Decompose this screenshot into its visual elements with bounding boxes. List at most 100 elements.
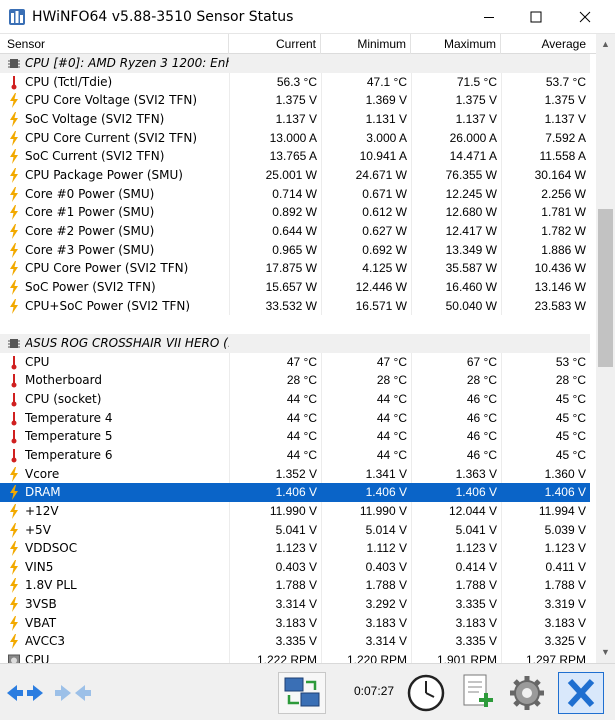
- current-value: 1.123 V: [275, 541, 317, 556]
- sensor-row[interactable]: AVCC3 3.335 V 3.314 V 3.335 V 3.325 V: [0, 632, 590, 651]
- minimum-value: 44 °C: [376, 410, 407, 425]
- lightning-icon: [10, 167, 18, 183]
- sensor-label: VBAT: [25, 615, 57, 630]
- maximum-value: 71.5 °C: [456, 74, 497, 89]
- average-value: 23.583 W: [534, 298, 586, 313]
- sensor-row[interactable]: Temperature 6 44 °C 44 °C 46 °C 45 °C: [0, 446, 590, 465]
- sensor-row[interactable]: VBAT 3.183 V 3.183 V 3.183 V 3.183 V: [0, 614, 590, 633]
- sensor-row[interactable]: 3VSB 3.314 V 3.292 V 3.335 V 3.319 V: [0, 595, 590, 614]
- current-value: 44 °C: [286, 391, 317, 406]
- scroll-down-button[interactable]: ▼: [596, 644, 615, 661]
- sensor-row[interactable]: CPU Package Power (SMU) 25.001 W 24.671 W 7…: [0, 166, 590, 185]
- thermometer-icon: [11, 430, 17, 444]
- sensor-group-row[interactable]: ASUS ROG CROSSHAIR VII HERO (...: [0, 333, 590, 353]
- add-report-button[interactable]: [455, 672, 497, 714]
- lightning-icon: [10, 559, 18, 575]
- maximum-value: 14.471 A: [449, 149, 497, 164]
- nav-arrows-disabled-button[interactable]: [52, 672, 94, 714]
- sensor-label: +12V: [25, 503, 59, 518]
- lightning-icon: [10, 298, 18, 314]
- sensor-row[interactable]: Temperature 4 44 °C 44 °C 46 °C 45 °C: [0, 409, 590, 428]
- average-value: 1.123 V: [544, 541, 586, 556]
- close-sensors-button[interactable]: [558, 672, 604, 714]
- sensor-row[interactable]: SoC Voltage (SVI2 TFN) 1.137 V 1.131 V 1.13…: [0, 110, 590, 129]
- average-value: 45 °C: [555, 410, 586, 425]
- current-value: 44 °C: [286, 429, 317, 444]
- scroll-up-button[interactable]: ▲: [596, 36, 615, 53]
- minimize-button[interactable]: [466, 0, 512, 34]
- average-value: 30.164 W: [534, 167, 586, 182]
- maximum-value: 1,901 RPM: [436, 653, 497, 663]
- column-header-minimum[interactable]: Minimum: [321, 34, 411, 54]
- minimum-value: 3.292 V: [365, 597, 407, 612]
- elapsed-timer: 0:07:27: [354, 684, 395, 698]
- current-value: 1.137 V: [275, 111, 317, 126]
- sensor-label: SoC Current (SVI2 TFN): [25, 149, 165, 164]
- average-value: 7.592 A: [545, 130, 586, 145]
- sensor-row[interactable]: CPU+SoC Power (SVI2 TFN) 33.532 W 16.571 W…: [0, 297, 590, 316]
- vertical-scrollbar[interactable]: ▲ ▼: [596, 34, 615, 663]
- column-header-current[interactable]: Current: [229, 34, 321, 54]
- average-value: 45 °C: [555, 447, 586, 462]
- sensor-label: AVCC3: [25, 634, 66, 649]
- sensor-row[interactable]: CPU (socket) 44 °C 44 °C 46 °C 45 °C: [0, 390, 590, 409]
- sensor-row[interactable]: CPU 47 °C 47 °C 67 °C 53 °C: [0, 353, 590, 372]
- sensor-row[interactable]: VIN5 0.403 V 0.403 V 0.414 V 0.411 V: [0, 558, 590, 577]
- average-value: 1.782 W: [541, 223, 586, 238]
- current-value: 44 °C: [286, 447, 317, 462]
- sensor-row[interactable]: Motherboard 28 °C 28 °C 28 °C 28 °C: [0, 371, 590, 390]
- sensor-row[interactable]: SoC Current (SVI2 TFN) 13.765 A 10.941 A 14…: [0, 147, 590, 166]
- minimum-value: 4.125 W: [362, 261, 407, 276]
- column-header: Sensor Current Minimum Maximum Average: [0, 34, 596, 54]
- sensor-row[interactable]: CPU (Tctl/Tdie) 56.3 °C 47.1 °C 71.5 °C 53.7…: [0, 73, 590, 92]
- sensor-row[interactable]: VDDSOC 1.123 V 1.112 V 1.123 V 1.123 V: [0, 539, 590, 558]
- current-value: 3.314 V: [275, 597, 317, 612]
- maximum-value: 13.349 W: [445, 242, 497, 257]
- sensor-row[interactable]: Core #1 Power (SMU) 0.892 W 0.612 W 12.680 …: [0, 203, 590, 222]
- minimum-value: 1,220 RPM: [346, 653, 407, 663]
- minimum-value: 1.112 V: [366, 541, 407, 556]
- nav-arrows-button[interactable]: [4, 672, 46, 714]
- close-window-button[interactable]: [562, 0, 608, 34]
- sensor-row[interactable]: CPU Core Voltage (SVI2 TFN) 1.375 V 1.369 …: [0, 91, 590, 110]
- sensor-group-row[interactable]: CPU [#0]: AMD Ryzen 3 1200: Enh...: [0, 54, 590, 73]
- maximum-value: 1.788 V: [455, 578, 497, 593]
- minimum-value: 0.692 W: [362, 242, 407, 257]
- maximize-button[interactable]: [513, 0, 559, 34]
- minimum-value: 12.446 W: [355, 279, 407, 294]
- clock-button[interactable]: [405, 672, 447, 714]
- sensor-row[interactable]: Core #2 Power (SMU) 0.644 W 0.627 W 12.417 …: [0, 222, 590, 241]
- maximum-value: 1.406 V: [455, 485, 497, 500]
- thermometer-icon: [11, 374, 17, 388]
- maximum-value: 3.183 V: [455, 615, 497, 630]
- sensor-row[interactable]: +12V 11.990 V 11.990 V 12.044 V 11.994 V: [0, 502, 590, 521]
- column-header-sensor[interactable]: Sensor: [0, 34, 229, 54]
- sensor-row[interactable]: +5V 5.041 V 5.014 V 5.041 V 5.039 V: [0, 521, 590, 540]
- maximum-value: 12.245 W: [445, 186, 497, 201]
- column-header-maximum[interactable]: Maximum: [411, 34, 501, 54]
- sensor-row[interactable]: Core #3 Power (SMU) 0.965 W 0.692 W 13.349 …: [0, 241, 590, 260]
- sensor-row[interactable]: 1.8V PLL 1.788 V 1.788 V 1.788 V 1.788 V: [0, 576, 590, 595]
- sensor-row[interactable]: CPU 1,222 RPM 1,220 RPM 1,901 RPM 1,297 RPM: [0, 651, 590, 663]
- network-button[interactable]: [278, 672, 326, 714]
- column-header-average[interactable]: Average: [501, 34, 590, 54]
- sensor-row[interactable]: SoC Power (SVI2 TFN) 15.657 W 12.446 W 16.4…: [0, 278, 590, 297]
- settings-button[interactable]: [506, 672, 548, 714]
- lightning-icon: [10, 111, 18, 127]
- scroll-down-icon: ▼: [601, 647, 610, 657]
- sensor-label: Core #3 Power (SMU): [25, 242, 155, 257]
- sensor-row[interactable]: Vcore 1.352 V 1.341 V 1.363 V 1.360 V: [0, 465, 590, 484]
- scroll-thumb[interactable]: [598, 209, 613, 367]
- network-icon: [284, 677, 320, 707]
- sensor-label: Vcore: [25, 466, 60, 481]
- sensor-row[interactable]: Core #0 Power (SMU) 0.714 W 0.671 W 12.245 …: [0, 185, 590, 204]
- average-value: 45 °C: [555, 391, 586, 406]
- maximum-value: 26.000 A: [449, 130, 497, 145]
- sensor-row[interactable]: Temperature 5 44 °C 44 °C 46 °C 45 °C: [0, 427, 590, 446]
- minimum-value: 3.183 V: [365, 615, 407, 630]
- average-value: 53 °C: [555, 354, 586, 369]
- sensor-row[interactable]: DRAM 1.406 V 1.406 V 1.406 V 1.406 V: [0, 483, 590, 502]
- sensor-row[interactable]: CPU Core Current (SVI2 TFN) 13.000 A 3.000…: [0, 129, 590, 148]
- sensor-row[interactable]: CPU Core Power (SVI2 TFN) 17.875 W 4.125 W…: [0, 259, 590, 278]
- sensor-label: +5V: [25, 522, 51, 537]
